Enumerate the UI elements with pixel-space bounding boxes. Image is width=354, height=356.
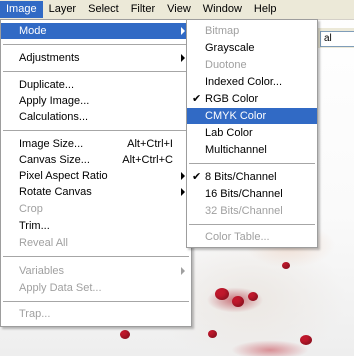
mode-item-color-table[interactable]: Color Table... bbox=[187, 229, 317, 245]
submenu-arrow-icon bbox=[181, 27, 185, 35]
menu-item-rotate-canvas[interactable]: Rotate Canvas bbox=[1, 184, 191, 200]
menu-help[interactable]: Help bbox=[248, 1, 283, 18]
menu-filter[interactable]: Filter bbox=[125, 1, 161, 18]
strawberry-decoration bbox=[248, 292, 258, 301]
strawberry-decoration bbox=[232, 296, 244, 307]
checkmark-icon: ✔ bbox=[192, 93, 202, 105]
mode-item-lab-color[interactable]: Lab Color bbox=[187, 125, 317, 141]
submenu-arrow-icon bbox=[181, 188, 185, 196]
menu-separator bbox=[3, 71, 189, 72]
menu-item-label: Image Size... bbox=[19, 138, 84, 150]
mode-item-multichannel[interactable]: Multichannel bbox=[187, 142, 317, 158]
mode-item-8-bits[interactable]: ✔ 8 Bits/Channel bbox=[187, 169, 317, 185]
mode-item-duotone[interactable]: Duotone bbox=[187, 57, 317, 73]
menu-item-variables[interactable]: Variables bbox=[1, 263, 191, 279]
mode-item-32-bits[interactable]: 32 Bits/Channel bbox=[187, 203, 317, 219]
menu-separator bbox=[189, 163, 315, 164]
strawberry-decoration bbox=[120, 330, 130, 339]
mode-submenu: Bitmap Grayscale Duotone Indexed Color..… bbox=[186, 19, 318, 248]
menu-item-trim[interactable]: Trim... bbox=[1, 218, 191, 234]
checkmark-icon: ✔ bbox=[192, 171, 202, 183]
menu-item-label: Variables bbox=[19, 265, 65, 277]
menu-item-label: Rotate Canvas bbox=[19, 186, 92, 198]
menu-item-reveal-all[interactable]: Reveal All bbox=[1, 235, 191, 251]
menu-item-label: Adjustments bbox=[19, 52, 80, 64]
strawberry-decoration bbox=[208, 330, 217, 338]
options-field[interactable]: al bbox=[320, 31, 354, 47]
mode-item-cmyk-color[interactable]: CMYK Color bbox=[187, 108, 317, 124]
mode-item-rgb-color[interactable]: ✔ RGB Color bbox=[187, 91, 317, 107]
menu-image[interactable]: Image bbox=[0, 1, 43, 18]
menu-bar: Image Layer Select Filter View Window He… bbox=[0, 0, 354, 20]
menu-separator bbox=[3, 44, 189, 45]
menu-item-crop[interactable]: Crop bbox=[1, 201, 191, 217]
menu-item-image-size[interactable]: Image Size... Alt+Ctrl+I bbox=[1, 136, 191, 152]
menu-separator bbox=[189, 224, 315, 225]
mode-item-bitmap[interactable]: Bitmap bbox=[187, 23, 317, 39]
menu-view[interactable]: View bbox=[161, 1, 197, 18]
strawberry-decoration bbox=[215, 288, 229, 300]
menu-item-calculations[interactable]: Calculations... bbox=[1, 109, 191, 125]
menu-separator bbox=[3, 130, 189, 131]
menu-item-label: Canvas Size... bbox=[19, 154, 90, 166]
image-menu: Mode Adjustments Duplicate... Apply Imag… bbox=[0, 19, 192, 327]
menu-item-shortcut: Alt+Ctrl+I bbox=[127, 138, 173, 150]
mode-item-indexed-color[interactable]: Indexed Color... bbox=[187, 74, 317, 90]
submenu-arrow-icon bbox=[181, 54, 185, 62]
menu-item-mode[interactable]: Mode bbox=[1, 23, 191, 39]
mode-item-grayscale[interactable]: Grayscale bbox=[187, 40, 317, 56]
menu-window[interactable]: Window bbox=[197, 1, 248, 18]
strawberry-decoration bbox=[282, 262, 290, 269]
menu-separator bbox=[3, 301, 189, 302]
menu-item-duplicate[interactable]: Duplicate... bbox=[1, 77, 191, 93]
menu-layer[interactable]: Layer bbox=[43, 1, 83, 18]
menu-item-trap[interactable]: Trap... bbox=[1, 306, 191, 322]
mode-item-16-bits[interactable]: 16 Bits/Channel bbox=[187, 186, 317, 202]
menu-item-label: 8 Bits/Channel bbox=[205, 171, 277, 183]
menu-item-shortcut: Alt+Ctrl+C bbox=[122, 154, 173, 166]
menu-item-pixel-aspect-ratio[interactable]: Pixel Aspect Ratio bbox=[1, 168, 191, 184]
menu-item-label: Pixel Aspect Ratio bbox=[19, 170, 108, 182]
menu-item-adjustments[interactable]: Adjustments bbox=[1, 50, 191, 66]
submenu-arrow-icon bbox=[181, 267, 185, 275]
menu-separator bbox=[3, 256, 189, 257]
menu-item-apply-image[interactable]: Apply Image... bbox=[1, 93, 191, 109]
strawberry-decoration bbox=[300, 335, 312, 345]
menu-item-apply-data-set[interactable]: Apply Data Set... bbox=[1, 280, 191, 296]
menu-item-label: Mode bbox=[19, 25, 47, 37]
options-bar: al bbox=[318, 28, 354, 48]
submenu-arrow-icon bbox=[181, 172, 185, 180]
menu-select[interactable]: Select bbox=[82, 1, 125, 18]
menu-item-label: RGB Color bbox=[205, 93, 259, 105]
menu-item-canvas-size[interactable]: Canvas Size... Alt+Ctrl+C bbox=[1, 152, 191, 168]
